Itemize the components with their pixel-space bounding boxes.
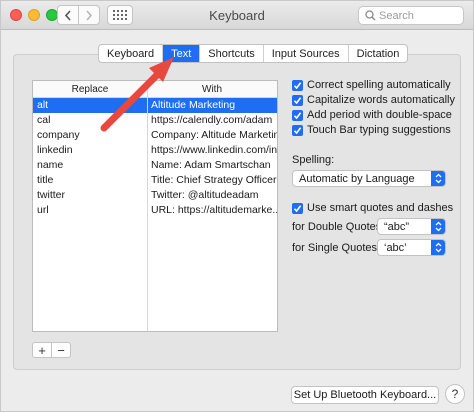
keyboard-preferences-window: Keyboard Keyboard Text Shortcuts Input S… — [0, 0, 474, 412]
annotation-arrow-icon — [100, 57, 174, 132]
